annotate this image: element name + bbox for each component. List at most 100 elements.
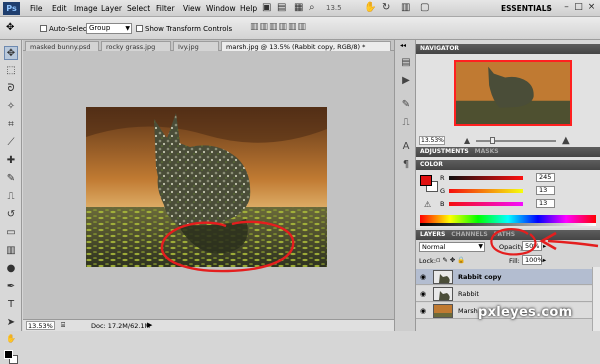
color-panel-header[interactable]: COLOR	[416, 160, 600, 170]
layers-panel-header[interactable]: LAYERS CHANNELS PATHS	[416, 230, 600, 240]
transform-controls-checkbox[interactable]	[136, 25, 143, 32]
magic-wand-tool[interactable]: ✧	[4, 100, 18, 114]
close-icon[interactable]: ×	[586, 2, 597, 13]
brush-tool[interactable]: ✎	[4, 172, 18, 186]
actions-panel-icon[interactable]: ▶	[399, 74, 413, 88]
auto-select-dropdown[interactable]: Group ▼	[86, 23, 132, 34]
color-gray-ramp[interactable]	[420, 223, 596, 226]
layer-row-rabbit-copy[interactable]: ◉ Rabbit copy	[416, 269, 600, 285]
menu-file[interactable]: File	[30, 4, 43, 13]
move-tool[interactable]: ✥	[4, 46, 18, 60]
menu-help[interactable]: Help	[240, 4, 257, 13]
workspace-menu-icon[interactable]: »	[546, 3, 551, 13]
bridge-icon[interactable]: ▣	[262, 3, 271, 13]
opacity-field[interactable]: 50%	[522, 241, 542, 251]
path-selection-tool[interactable]: ➤	[4, 316, 18, 330]
move-tool-icon[interactable]: ✥	[6, 22, 14, 33]
navigator-slider-knob[interactable]	[490, 137, 495, 144]
fill-slider-arrow-icon[interactable]: ▸	[543, 256, 546, 264]
tab-rocky-grass[interactable]: rocky grass.jpg	[101, 41, 171, 51]
visibility-eye-icon[interactable]: ◉	[420, 273, 426, 281]
zoom-icon[interactable]: ⌕	[309, 3, 315, 13]
pen-tool[interactable]: ✒	[4, 280, 18, 294]
clone-source-icon[interactable]: ⎍	[399, 116, 413, 130]
menu-bar: Ps File Edit Image Layer Select Filter V…	[0, 0, 600, 17]
screen-mode-icon[interactable]: ▢	[420, 3, 429, 13]
menu-image[interactable]: Image	[74, 4, 98, 13]
panel-column: NAVIGATOR 13.53% ▲ ▲ ADJUSTMENTS MASKS CO…	[416, 40, 600, 331]
extras-icon[interactable]: ▦	[294, 3, 303, 13]
zoom-out-icon[interactable]: ▲	[464, 136, 470, 145]
menu-layer[interactable]: Layer	[101, 4, 122, 13]
foreground-color-swatch[interactable]	[4, 350, 13, 359]
chevron-down-icon: ▼	[478, 243, 483, 250]
navigator-thumbnail[interactable]	[454, 60, 572, 126]
character-panel-icon[interactable]: A	[399, 140, 413, 154]
rotate-view-icon[interactable]: ↻	[382, 3, 390, 13]
opacity-slider-arrow-icon[interactable]: ▸	[543, 242, 546, 250]
layers-scrollbar[interactable]	[592, 267, 600, 331]
layer-row-rabbit[interactable]: ◉ Rabbit	[416, 286, 600, 302]
color-blue-row[interactable]: B 13	[440, 199, 598, 209]
type-tool[interactable]: T	[4, 298, 18, 312]
panel-icon-dock: ◂◂ ▤ ▶ ✎ ⎍ A ¶	[394, 40, 416, 331]
blend-mode-dropdown[interactable]: Normal ▼	[419, 242, 485, 252]
brush-panel-icon[interactable]: ✎	[399, 98, 413, 112]
clone-stamp-tool[interactable]: ⎍	[4, 190, 18, 204]
fill-label: Fill:	[509, 257, 520, 265]
status-zoom-field[interactable]: 13.53%	[26, 321, 55, 330]
mini-bridge-icon[interactable]: ▤	[277, 3, 286, 13]
eraser-tool[interactable]: ▭	[4, 226, 18, 240]
hand-tool[interactable]: ✋	[4, 332, 18, 346]
zoom-in-icon[interactable]: ▲	[562, 135, 570, 146]
document-size: Doc: 17.2M/62.1M	[91, 322, 151, 330]
align-buttons-icon[interactable]: ▥▥▥▥▥▥	[250, 22, 307, 32]
dodge-tool[interactable]: ●	[4, 262, 18, 276]
status-menu-arrow-icon[interactable]: ▶	[147, 321, 152, 329]
eyedropper-tool[interactable]: ⟋	[4, 136, 18, 150]
menu-select[interactable]: Select	[127, 4, 150, 13]
out-of-gamut-warning-icon[interactable]: ⚠	[424, 200, 431, 209]
gradient-tool[interactable]: ▥	[4, 244, 18, 258]
color-foreground-swatch[interactable]	[420, 175, 432, 186]
layer-thumbnail	[433, 287, 453, 301]
paragraph-panel-icon[interactable]: ¶	[399, 158, 413, 172]
visibility-eye-icon[interactable]: ◉	[420, 307, 426, 315]
layer-name: Marsh	[458, 307, 478, 315]
navigator-zoom-field[interactable]: 13.53%	[419, 136, 445, 145]
chevron-down-icon: ▼	[125, 25, 130, 32]
navigator-zoom-slider[interactable]	[476, 140, 556, 142]
toolbox: ✥ ⬚ ᘐ ✧ ⌗ ⟋ ✚ ✎ ⎍ ↺ ▭ ▥ ● ✒ T ➤ ✋	[0, 40, 22, 364]
minimize-icon[interactable]: –	[561, 2, 572, 13]
history-panel-icon[interactable]: ▤	[399, 56, 413, 70]
menu-filter[interactable]: Filter	[156, 4, 175, 13]
status-bar: 13.53% ⌸ Doc: 17.2M/62.1M ▶	[23, 319, 394, 331]
zoom-level[interactable]: 13.5	[326, 4, 342, 12]
visibility-eye-icon[interactable]: ◉	[420, 290, 426, 298]
collapse-dock-icon[interactable]: ◂◂	[400, 42, 406, 49]
color-red-row[interactable]: R 245	[440, 173, 598, 183]
options-bar: ✥ Auto-Select: Group ▼ Show Transform Con…	[0, 17, 600, 40]
healing-brush-tool[interactable]: ✚	[4, 154, 18, 168]
crop-tool[interactable]: ⌗	[4, 118, 18, 132]
lock-icons[interactable]: ▫✎✥🔒	[436, 256, 467, 264]
watermark: pxleyes.com	[478, 305, 573, 320]
canvas-area[interactable]	[23, 51, 394, 319]
navigator-panel-header[interactable]: NAVIGATOR	[416, 44, 600, 54]
tab-masked-bunny[interactable]: masked bunny.psd	[25, 41, 99, 51]
tab-marsh-active[interactable]: marsh.jpg @ 13.5% (Rabbit copy, RGB/8) *	[221, 41, 391, 51]
maximize-icon[interactable]: □	[573, 2, 584, 13]
lasso-tool[interactable]: ᘐ	[4, 82, 18, 96]
menu-edit[interactable]: Edit	[52, 4, 67, 13]
history-brush-tool[interactable]: ↺	[4, 208, 18, 222]
menu-view[interactable]: View	[183, 4, 201, 13]
tab-ivy[interactable]: Ivy.jpg	[173, 41, 219, 51]
fill-field[interactable]: 100%	[522, 255, 544, 265]
adjustments-panel-header[interactable]: ADJUSTMENTS MASKS	[416, 147, 600, 157]
color-green-row[interactable]: G 13	[440, 186, 598, 196]
marquee-tool[interactable]: ⬚	[4, 64, 18, 78]
menu-window[interactable]: Window	[206, 4, 236, 13]
auto-select-checkbox[interactable]	[40, 25, 47, 32]
hand-tool-icon[interactable]: ✋	[364, 3, 376, 13]
arrange-documents-icon[interactable]: ▥	[401, 3, 410, 13]
